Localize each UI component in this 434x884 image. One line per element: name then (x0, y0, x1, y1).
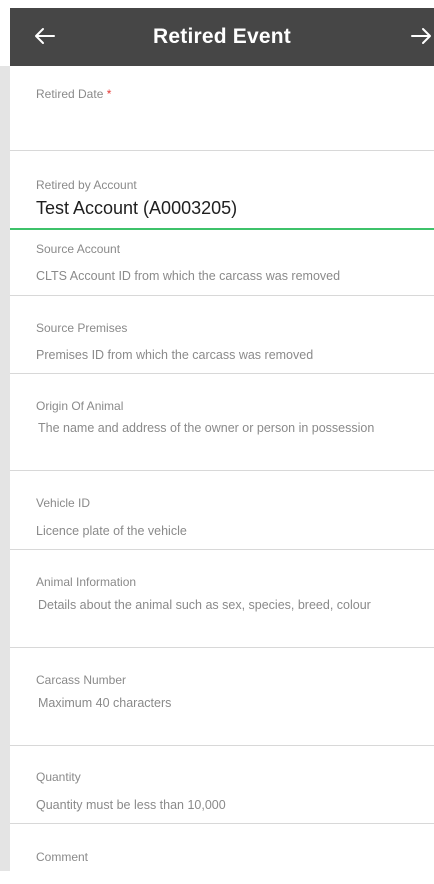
carcass-number-field[interactable]: Carcass Number Maximum 40 characters (10, 648, 434, 746)
arrow-right-icon[interactable] (408, 21, 434, 51)
carcass-number-label: Carcass Number (36, 673, 127, 687)
retired-by-account-label: Retired by Account (36, 178, 137, 192)
source-account-field[interactable]: Source Account CLTS Account ID from whic… (10, 230, 434, 296)
vehicle-id-placeholder: Licence plate of the vehicle (36, 524, 187, 538)
origin-of-animal-label: Origin Of Animal (36, 399, 124, 413)
quantity-field[interactable]: Quantity Quantity must be less than 10,0… (10, 746, 434, 824)
origin-of-animal-placeholder: The name and address of the owner or per… (38, 421, 375, 435)
retired-date-field[interactable]: Retired Date * (10, 66, 434, 151)
form: Retired Date * Retired by Account Test A… (10, 66, 434, 884)
retired-date-label: Retired Date * (36, 87, 111, 101)
screen: Retired Event Retired Date * Retired by … (0, 0, 434, 871)
vehicle-id-field[interactable]: Vehicle ID Licence plate of the vehicle (10, 471, 434, 550)
retired-date-label-text: Retired Date (36, 87, 104, 101)
animal-information-placeholder: Details about the animal such as sex, sp… (38, 598, 371, 612)
carcass-number-placeholder: Maximum 40 characters (38, 696, 172, 710)
page-title: Retired Event (153, 25, 291, 48)
left-edge-strip (0, 66, 10, 871)
source-premises-placeholder: Premises ID from which the carcass was r… (36, 348, 314, 362)
source-premises-label: Source Premises (36, 321, 128, 335)
retired-by-account-value[interactable]: Test Account (A0003205) (36, 198, 237, 219)
origin-of-animal-field[interactable]: Origin Of Animal The name and address of… (10, 374, 434, 471)
comment-field[interactable]: Comment (10, 824, 434, 884)
app-bar: Retired Event (10, 8, 434, 66)
quantity-placeholder: Quantity must be less than 10,000 (36, 798, 226, 812)
quantity-label: Quantity (36, 770, 81, 784)
required-mark: * (106, 87, 112, 101)
source-account-label: Source Account (36, 242, 121, 256)
source-premises-field[interactable]: Source Premises Premises ID from which t… (10, 296, 434, 374)
animal-information-label: Animal Information (36, 575, 137, 589)
retired-by-account-field[interactable]: Retired by Account Test Account (A000320… (10, 151, 434, 230)
source-account-placeholder: CLTS Account ID from which the carcass w… (36, 269, 341, 283)
comment-label: Comment (36, 850, 89, 864)
vehicle-id-label: Vehicle ID (36, 496, 91, 510)
animal-information-field[interactable]: Animal Information Details about the ani… (10, 550, 434, 648)
